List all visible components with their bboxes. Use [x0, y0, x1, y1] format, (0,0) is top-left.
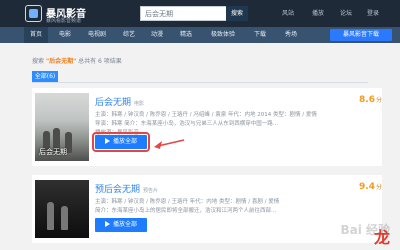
summary-count: 总共有 6 项结果	[78, 58, 122, 65]
search-button[interactable]: 搜索	[226, 6, 248, 21]
brand-logo[interactable]: 暴风影音 暴风看影音频道	[25, 4, 86, 24]
movie-poster[interactable]: 后会无期	[35, 93, 89, 161]
logo-icon	[25, 5, 42, 22]
download-app-button[interactable]: 暴风影音下载	[330, 29, 392, 41]
play-icon	[104, 221, 110, 227]
poster-title: 后会无期	[39, 148, 67, 156]
movie-meta-line: 简介：东海某座小岛上的居民即将全部搬迁，浩汉和江河两个人前往西部...	[95, 208, 277, 214]
nav-featured[interactable]: 精选	[174, 27, 198, 43]
score-value: 8.6	[359, 95, 375, 105]
movie-meta-line: 导演：韩寒 简介：东海某座小岛，浩汉与兄弟三人从东到西横穿中国一路...	[95, 121, 278, 127]
summary-keyword: "后会无期"	[45, 58, 77, 65]
nav-variety[interactable]: 综艺	[117, 27, 141, 43]
movie-title[interactable]: 后会无期 电影	[95, 95, 144, 108]
top-link-feng[interactable]: 风站	[282, 8, 294, 17]
poster-figure	[61, 206, 68, 230]
movie-poster[interactable]	[35, 180, 89, 238]
score-unit: 分	[375, 97, 382, 104]
movie-tag: 预告片	[143, 188, 159, 194]
poster-figure	[47, 202, 54, 230]
nav-anime[interactable]: 动漫	[145, 27, 169, 43]
top-bar: 暴风影音 暴风看影音频道 搜索 风站 播放 论坛 登录	[0, 0, 400, 27]
play-all-label: 播放全部	[112, 221, 137, 228]
result-card: 后会无期 后会无期 电影 8.6分 主演：韩寒 / 钟汉良 / 陈乔恩 / 王珞丹…	[32, 88, 382, 166]
tab-divider	[32, 82, 368, 83]
play-all-button[interactable]: 播放全部	[95, 218, 147, 232]
play-icon	[104, 138, 110, 144]
main-nav: 首页 电影 电视剧 综艺 动漫 精选 极致体验 下载 秀场 暴风影音下载	[0, 27, 400, 43]
tab-all[interactable]: 全部(6)	[32, 71, 58, 82]
movie-title-text[interactable]: 预后会无期	[95, 185, 140, 195]
summary-prefix: 搜索	[32, 58, 45, 65]
movie-score: 8.6分	[359, 95, 382, 105]
search-box: 搜索	[140, 6, 248, 21]
nav-movie[interactable]: 电影	[53, 27, 77, 43]
top-link-login[interactable]: 登录	[367, 8, 379, 17]
movie-score: 9.4分	[359, 182, 382, 192]
watermark-mark: 龙	[373, 228, 390, 247]
nav-home[interactable]: 首页	[24, 27, 48, 43]
play-all-button[interactable]: 播放全部	[92, 132, 150, 152]
score-value: 9.4	[359, 182, 375, 192]
nav-tv[interactable]: 电视剧	[83, 27, 111, 43]
movie-tag: 电影	[134, 101, 145, 107]
movie-title-text[interactable]: 后会无期	[95, 98, 131, 108]
nav-ultimate[interactable]: 极致体验	[204, 27, 242, 43]
top-link-play[interactable]: 播放	[312, 8, 324, 17]
result-card: 预后会无期 预告片 9.4分 主演：韩寒 / 钟汉良 / 陈乔恩 / 王珞丹 年代…	[32, 175, 382, 243]
nav-download[interactable]: 下载	[248, 27, 272, 43]
play-all-label: 播放全部	[112, 138, 137, 145]
movie-title[interactable]: 预后会无期 预告片	[95, 182, 158, 195]
score-unit: 分	[375, 184, 382, 191]
nav-show[interactable]: 秀场	[279, 27, 303, 43]
search-input[interactable]	[145, 8, 225, 20]
movie-meta-line: 主演：韩寒 / 钟汉良 / 陈乔恩 / 王珞丹 / 冯绍峰 / 袁泉 年代：内地…	[95, 112, 317, 118]
search-summary: 搜索 "后会无期" 总共有 6 项结果	[32, 56, 122, 65]
logo-subtitle: 暴风看影音频道	[46, 18, 82, 24]
movie-meta-line: 主演：韩寒 / 钟汉良 / 陈乔恩 / 王珞丹 年代：内地 类型：剧情 / 喜剧…	[95, 199, 280, 205]
top-link-forum[interactable]: 论坛	[340, 8, 352, 17]
